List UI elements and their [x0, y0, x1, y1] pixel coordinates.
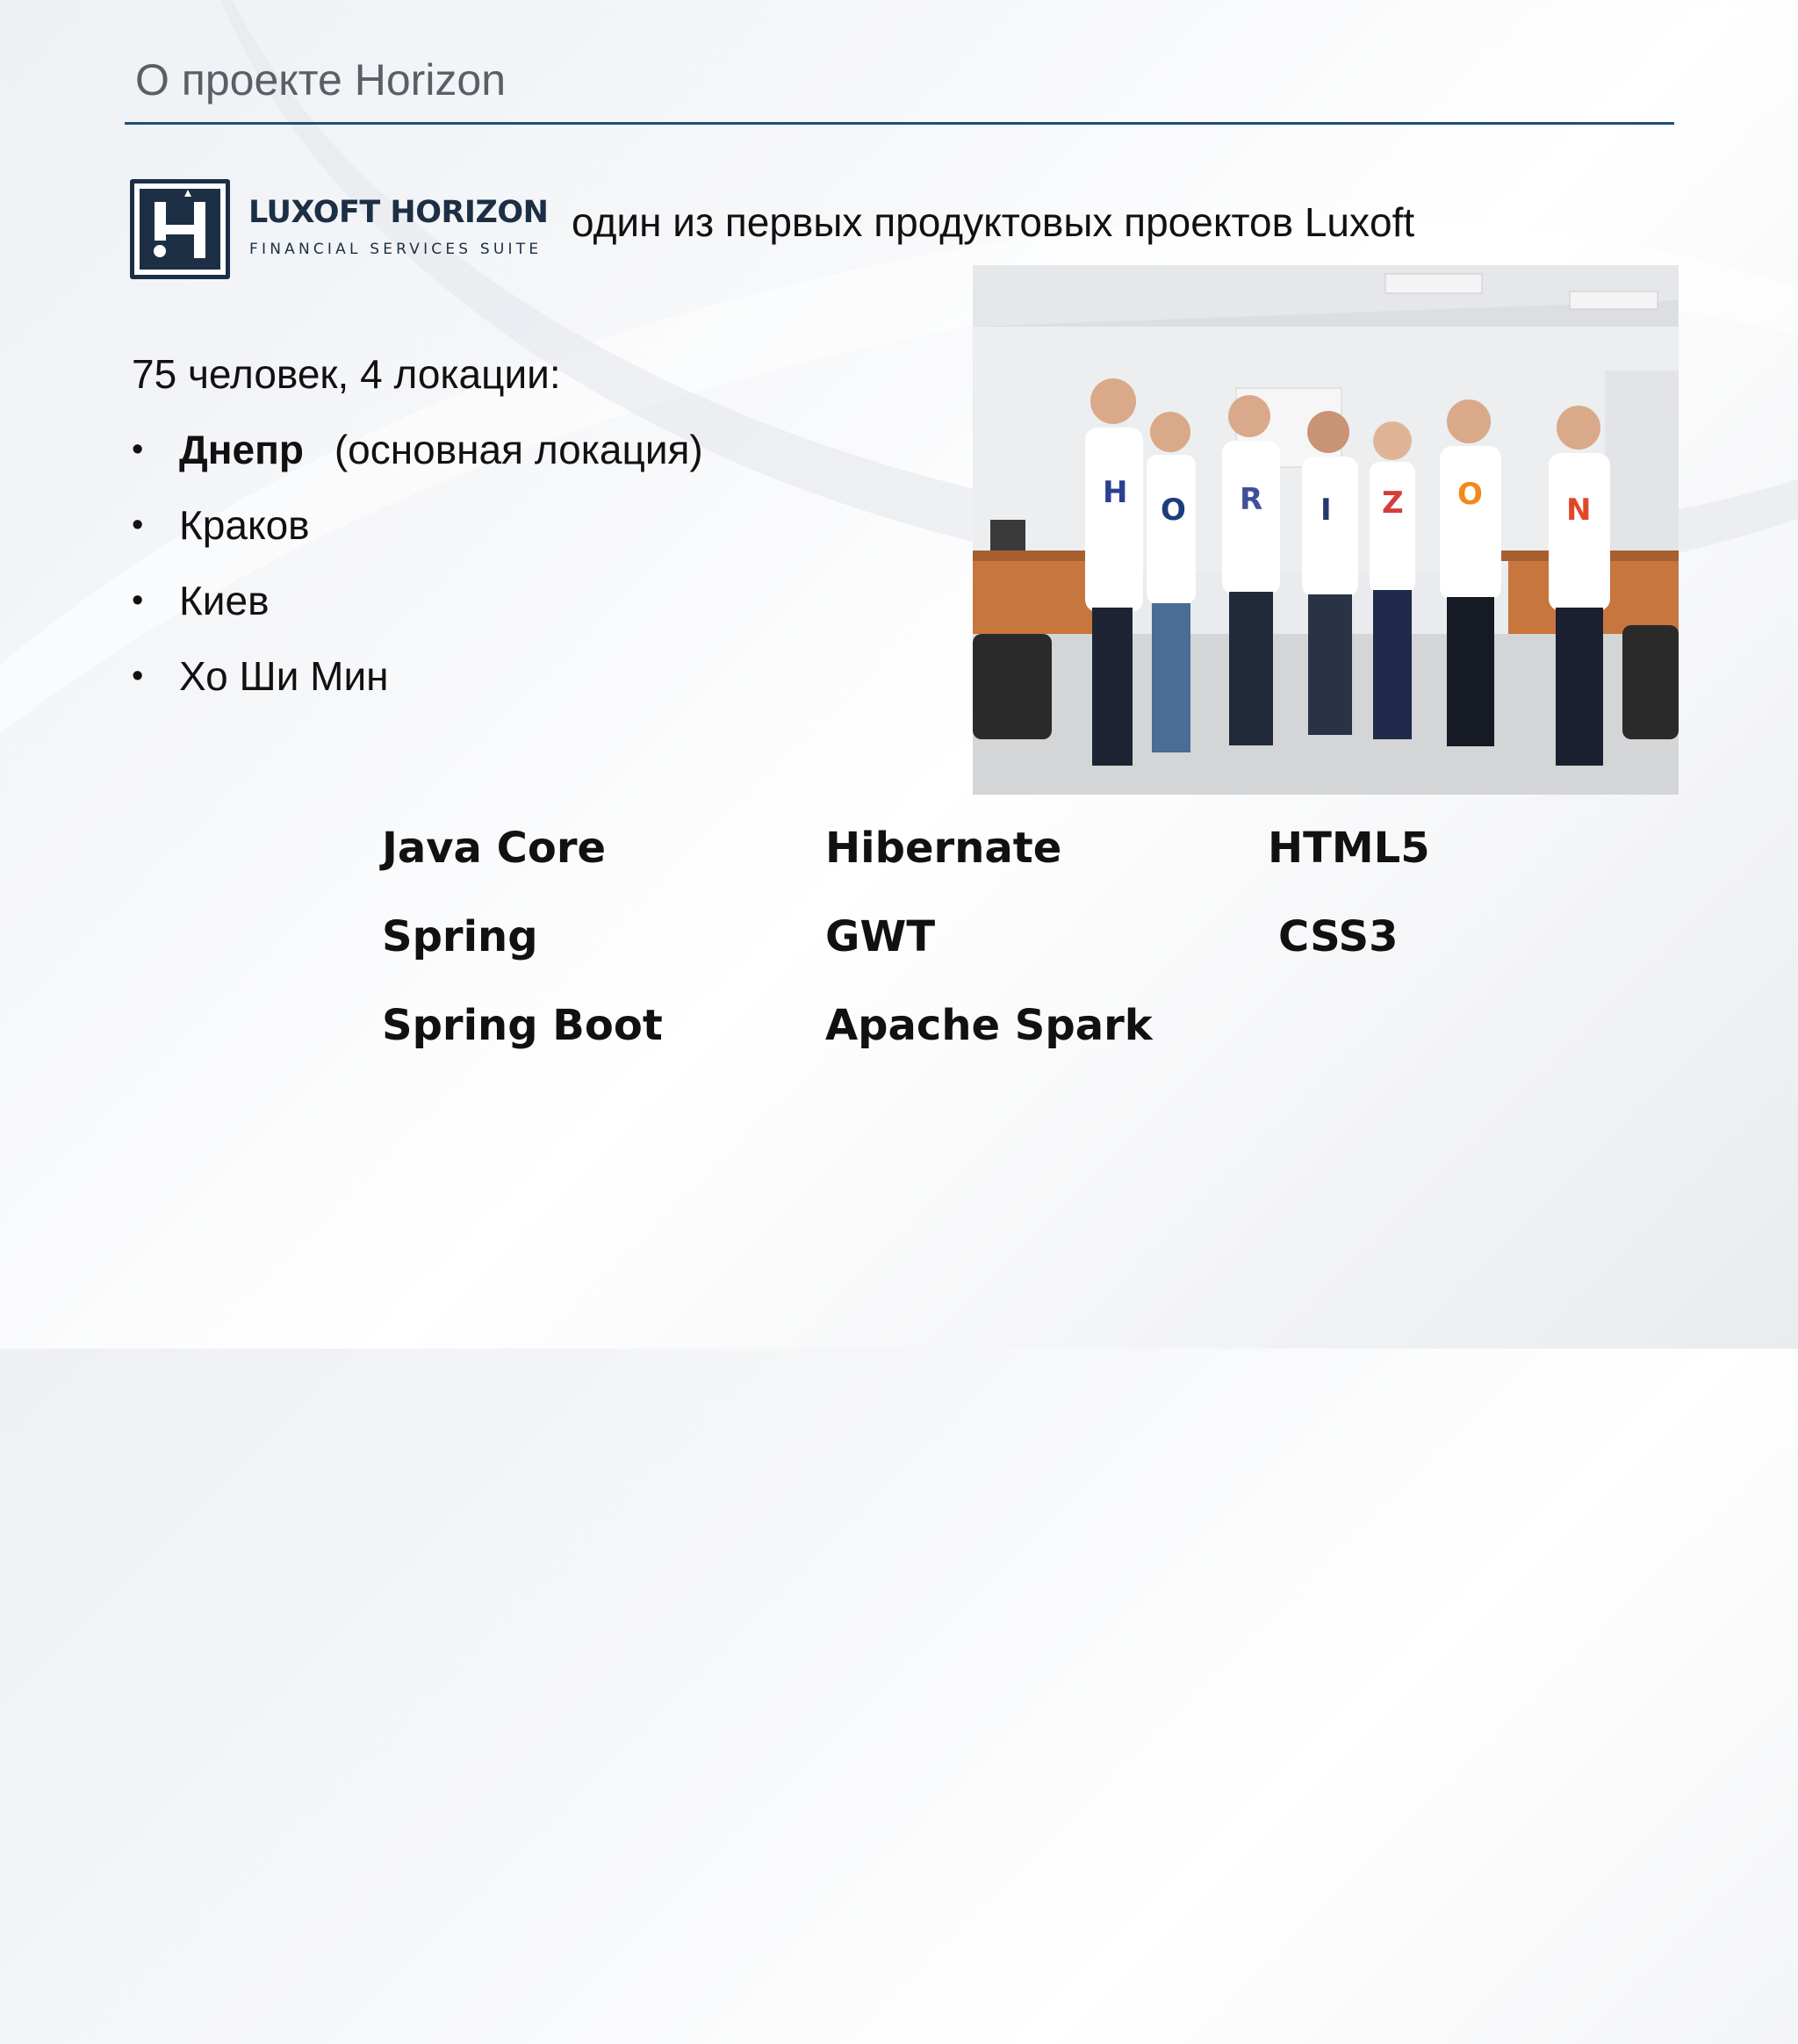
locations-list: • Днепр (основная локация) • Краков • Ки… [132, 423, 703, 725]
location-note: (основная локация) [334, 427, 703, 472]
location-name: Днепр [179, 427, 305, 472]
horizon-h-icon [130, 179, 230, 279]
location-item: • Днепр (основная локация) [132, 423, 703, 499]
location-name: Краков [179, 502, 310, 548]
location-name: Хо Ши Мин [179, 653, 389, 699]
location-item: • Киев [132, 574, 703, 650]
team-photo: H O R I Z O N [973, 265, 1679, 795]
tech-spring: Spring [382, 912, 538, 961]
shirt-letter: O [1457, 477, 1483, 512]
location-item: • Краков [132, 499, 703, 574]
shirt-letter: I [1320, 493, 1332, 528]
slide-title: О проекте Horizon [135, 55, 507, 104]
tech-gwt: GWT [825, 912, 936, 961]
team-summary: 75 человек, 4 локации: [132, 351, 561, 397]
shirt-letter: N [1566, 493, 1591, 528]
bullet-icon: • [132, 658, 144, 695]
bullet-icon: • [132, 431, 144, 468]
logo-name: LUXOFT HORIZON [248, 195, 549, 230]
shirt-letter: H [1103, 475, 1127, 510]
bullet-icon: • [132, 507, 144, 543]
shirt-letter: R [1240, 482, 1262, 517]
tech-java-core: Java Core [382, 824, 607, 873]
location-name: Киев [179, 578, 270, 623]
project-tagline: один из первых продуктовых проектов Luxo… [572, 199, 1415, 245]
tech-html5: HTML5 [1268, 824, 1430, 873]
location-item: • Хо Ши Мин [132, 650, 703, 725]
shirt-letter: O [1161, 493, 1186, 528]
bullet-icon: • [132, 582, 144, 619]
shirt-letter: Z [1382, 486, 1404, 521]
title-divider [125, 122, 1674, 125]
logo-subtitle: FINANCIAL SERVICES SUITE [249, 241, 543, 258]
tech-css3: CSS3 [1278, 912, 1399, 961]
tech-hibernate: Hibernate [825, 824, 1062, 873]
tech-spring-boot: Spring Boot [382, 1001, 663, 1050]
tech-apache-spark: Apache Spark [825, 1001, 1153, 1050]
